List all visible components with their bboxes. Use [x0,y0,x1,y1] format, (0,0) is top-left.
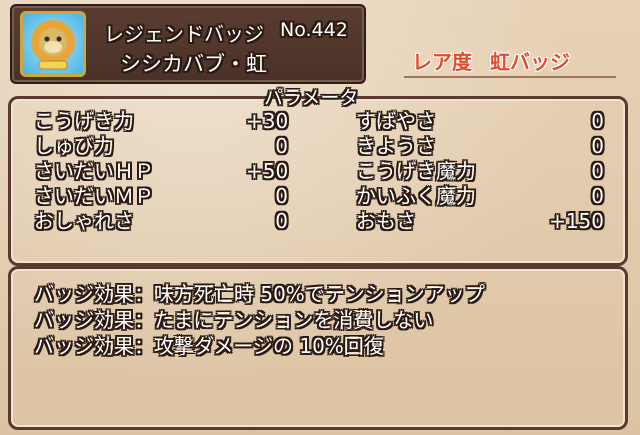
stat-label: おもさ [356,209,416,233]
stat-value: +150 [549,209,604,233]
badge-emblem [20,11,86,77]
stat-value: +30 [246,109,289,133]
badge-title: シシカバブ・虹 [120,52,267,76]
stat-label: さいだいＭＰ [34,184,154,208]
stat-label: こうげき力 [34,109,134,133]
stat-row: さいだいＭＰ [34,184,154,208]
stat-value: 0 [591,159,604,183]
stat-value: 0 [275,184,288,208]
rarity-underline [404,76,616,78]
stat-value: 0 [275,134,288,158]
stat-row: おもさ [356,209,416,233]
badge-number: No.442 [280,19,348,41]
stat-value: +50 [246,159,289,183]
stat-row: こうげき魔力 [356,159,476,183]
stat-label: さいだいＨＰ [34,159,154,183]
stat-row: おしゃれさ [34,209,134,233]
rarity-row: レア度 虹バッジ [412,46,570,75]
stat-value: 0 [591,109,604,133]
stat-row: すばやさ [356,109,436,133]
stat-value: 0 [275,209,288,233]
stat-row: きようさ [356,134,436,158]
stat-row: こうげき力 [34,109,134,133]
badge-name: レジェンドバッジ [104,22,264,46]
rarity-label: レア度 [412,50,472,74]
stat-row: しゅび力 [34,134,114,158]
rarity-value: 虹バッジ [490,50,570,74]
badge-header-plate: レジェンドバッジ No.442 シシカバブ・虹 [10,4,366,84]
stat-label: おしゃれさ [34,209,134,233]
stat-label: かいふく魔力 [356,184,476,208]
badge-effect-line: バッジ効果：味方死亡時 50%でテンションアップ [34,282,485,306]
stat-label: しゅび力 [34,134,114,158]
stat-label: きようさ [356,134,436,158]
lion-monster-emblem-icon [31,20,75,70]
stat-row: かいふく魔力 [356,184,476,208]
stat-row: さいだいＨＰ [34,159,154,183]
stat-label: こうげき魔力 [356,159,476,183]
stat-value: 0 [591,134,604,158]
parameters-title: パラメータ [264,87,359,109]
stat-value: 0 [591,184,604,208]
badge-effect-line: バッジ効果：たまにテンションを消費しない [34,308,434,332]
badge-effect-line: バッジ効果：攻撃ダメージの 10%回復 [34,334,384,358]
stat-label: すばやさ [356,109,436,133]
